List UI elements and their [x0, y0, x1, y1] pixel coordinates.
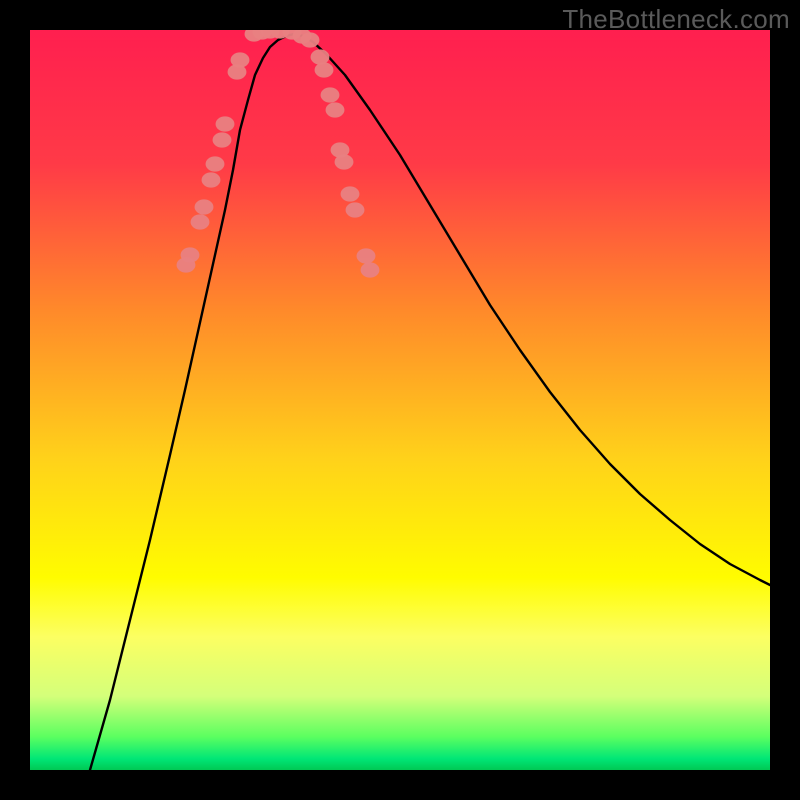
- chart-stage: TheBottleneck.com: [0, 0, 800, 800]
- watermark-text: TheBottleneck.com: [562, 4, 790, 35]
- highlight-dot: [206, 156, 225, 171]
- highlight-dot: [195, 199, 214, 214]
- markers-layer: [30, 30, 770, 770]
- highlight-dot: [181, 247, 200, 262]
- highlight-dot: [191, 214, 210, 229]
- highlight-dot: [346, 202, 365, 217]
- chart-plot-area: [30, 30, 770, 770]
- highlight-dot: [315, 62, 334, 77]
- highlight-dot: [311, 49, 330, 64]
- highlight-dot: [321, 87, 340, 102]
- highlight-dot: [361, 262, 380, 277]
- highlight-dot: [231, 52, 250, 67]
- highlight-dot: [341, 186, 360, 201]
- highlight-dots-group: [177, 30, 380, 278]
- highlight-dot: [301, 32, 320, 47]
- highlight-dot: [216, 116, 235, 131]
- highlight-dot: [335, 154, 354, 169]
- highlight-dot: [326, 102, 345, 117]
- highlight-dot: [357, 248, 376, 263]
- highlight-dot: [213, 132, 232, 147]
- highlight-dot: [202, 172, 221, 187]
